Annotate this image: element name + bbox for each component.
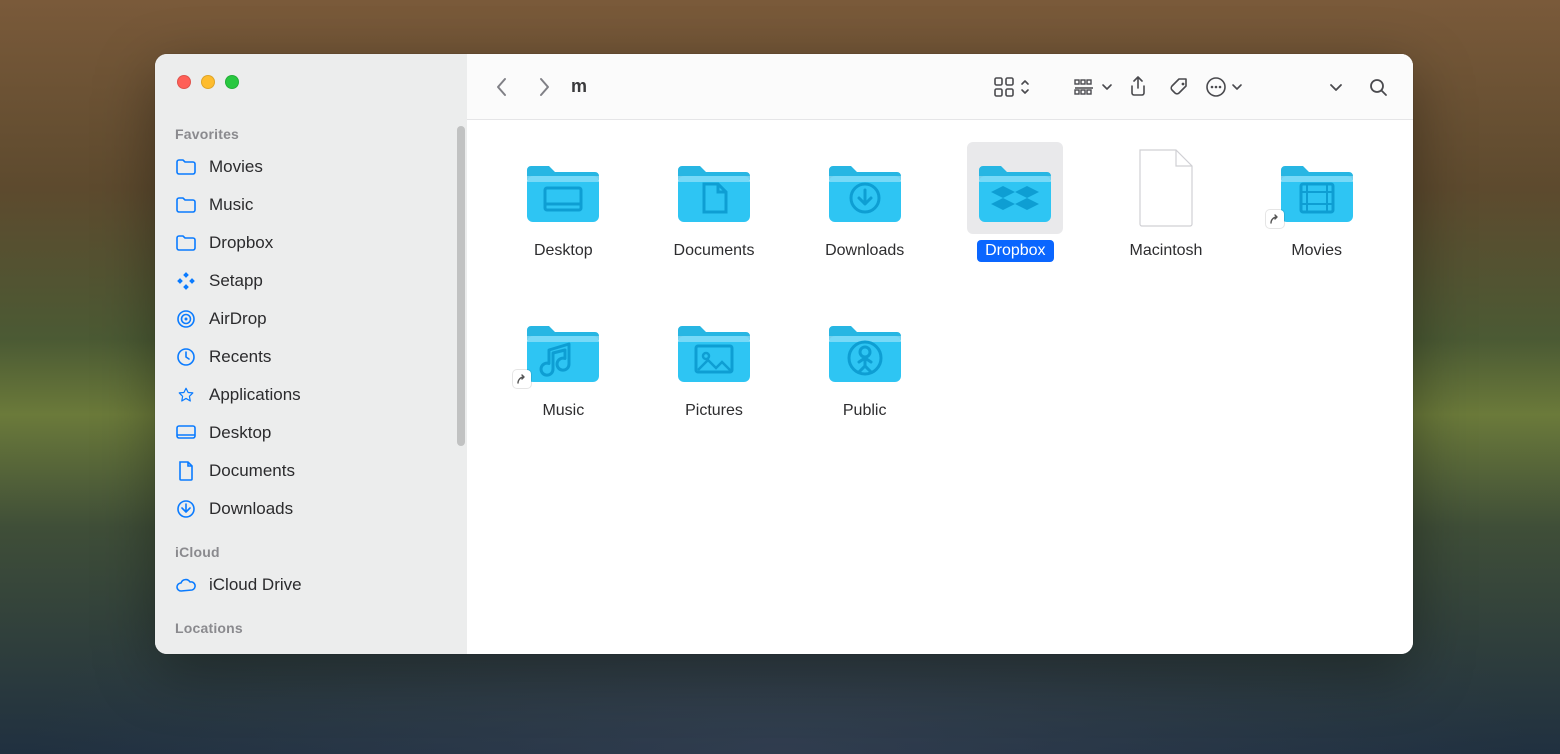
item-label: Dropbox [977,240,1053,262]
icon-view[interactable]: Desktop Documents Downloads Dropbox Maci… [467,120,1413,654]
back-button[interactable] [485,70,519,104]
setapp-icon [175,270,197,292]
folder-icon [666,302,762,394]
folder-icon [175,232,197,254]
item-label: Downloads [817,240,912,262]
folder-icon [817,302,913,394]
view-mode-button[interactable] [993,76,1031,98]
folder-icon [175,156,197,178]
sidebar-item-documents[interactable]: Documents [155,452,467,490]
folder-item-documents[interactable]: Documents [642,142,787,292]
group-icon [1073,78,1097,96]
sidebar-item-label: Desktop [209,423,271,443]
cloud-icon [175,574,197,596]
sidebar-item-label: Downloads [209,499,293,519]
sidebar-item-label: Setapp [209,271,263,291]
chevron-down-icon [1231,81,1243,93]
share-button[interactable] [1121,70,1155,104]
search-icon [1368,77,1388,97]
sidebar-item-label: Music [209,195,253,215]
document-icon [175,460,197,482]
desktop-icon [175,422,197,444]
sidebar-item-dropbox[interactable]: Dropbox [155,224,467,262]
airdrop-icon [175,308,197,330]
alias-badge-icon [513,370,531,388]
sidebar-scrollbar[interactable] [457,126,465,446]
sidebar-item-label: Recents [209,347,271,367]
up-down-chevron-icon [1019,77,1031,97]
sidebar-item-movies[interactable]: Movies [155,148,467,186]
file-item-macintosh[interactable]: Macintosh [1094,142,1239,292]
close-button[interactable] [177,75,191,89]
folder-icon [817,142,913,234]
sidebar-item-label: iCloud Drive [209,575,302,595]
group-by-button[interactable] [1073,78,1113,96]
sidebar-item-label: AirDrop [209,309,267,329]
minimize-button[interactable] [201,75,215,89]
item-label: Desktop [526,240,601,262]
search-button[interactable] [1361,70,1395,104]
folder-item-music[interactable]: Music [491,302,636,452]
sidebar-item-applications[interactable]: Applications [155,376,467,414]
folder-icon [175,194,197,216]
share-icon [1128,76,1148,98]
window-controls [155,54,467,110]
forward-button[interactable] [527,70,561,104]
main-pane: m [467,54,1413,654]
folder-item-dropbox[interactable]: Dropbox [943,142,1088,292]
window-title: m [571,76,587,97]
toolbar: m [467,54,1413,120]
folder-icon [967,142,1063,234]
alias-badge-icon [1266,210,1284,228]
sidebar-item-icloud-drive[interactable]: iCloud Drive [155,566,467,604]
item-label: Music [534,400,592,422]
folder-item-desktop[interactable]: Desktop [491,142,636,292]
chevron-down-icon [1329,80,1343,94]
sidebar-item-label: Dropbox [209,233,273,253]
item-label: Public [835,400,895,422]
zoom-button[interactable] [225,75,239,89]
folder-item-movies[interactable]: Movies [1244,142,1389,292]
item-label: Macintosh [1122,240,1211,262]
sidebar-item-music[interactable]: Music [155,186,467,224]
item-label: Pictures [677,400,751,422]
download-icon [175,498,197,520]
sidebar-item-label: Documents [209,461,295,481]
sidebar-section-title: Locations [155,604,467,642]
tags-button[interactable] [1163,70,1197,104]
sidebar-item-label: Movies [209,157,263,177]
sidebar-item-label: Applications [209,385,301,405]
tag-icon [1169,76,1191,98]
folder-item-public[interactable]: Public [792,302,937,452]
folder-item-pictures[interactable]: Pictures [642,302,787,452]
sidebar-item-setapp[interactable]: Setapp [155,262,467,300]
sidebar-section-title: Favorites [155,110,467,148]
apps-icon [175,384,197,406]
sidebar: Favorites Movies Music Dropbox Setapp AirDrop… [155,54,467,654]
finder-window: Favorites Movies Music Dropbox Setapp AirDrop… [155,54,1413,654]
folder-icon [666,142,762,234]
clock-icon [175,346,197,368]
sidebar-item-airdrop[interactable]: AirDrop [155,300,467,338]
folder-icon [515,142,611,234]
file-icon [1118,142,1214,234]
chevron-down-icon [1101,81,1113,93]
item-label: Movies [1283,240,1350,262]
sidebar-item-recents[interactable]: Recents [155,338,467,376]
sidebar-item-desktop[interactable]: Desktop [155,414,467,452]
sidebar-section-title: iCloud [155,528,467,566]
grid-icon [993,76,1015,98]
item-label: Documents [666,240,763,262]
folder-item-downloads[interactable]: Downloads [792,142,937,292]
sidebar-item-downloads[interactable]: Downloads [155,490,467,528]
ellipsis-circle-icon [1205,76,1227,98]
action-menu-button[interactable] [1205,76,1243,98]
toolbar-overflow-button[interactable] [1319,70,1353,104]
